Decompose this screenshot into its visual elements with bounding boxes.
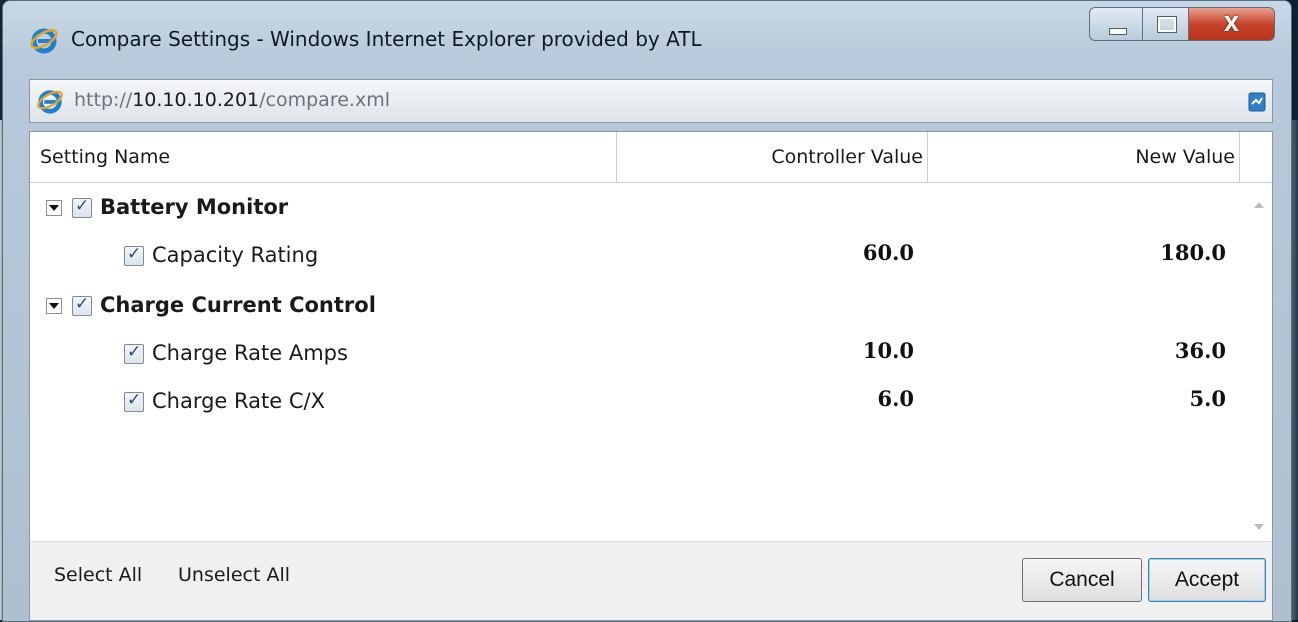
new-value: 180.0 (1160, 240, 1226, 265)
address-url: http://10.10.10.201/compare.xml (74, 89, 390, 111)
controller-value: 10.0 (862, 338, 914, 363)
vertical-scrollbar[interactable] (1246, 184, 1272, 544)
maximize-button[interactable] (1143, 7, 1189, 41)
new-value: 36.0 (1174, 338, 1226, 363)
unselect-all-link[interactable]: Unselect All (178, 564, 290, 586)
setting-checkbox[interactable] (124, 342, 144, 364)
accept-button[interactable]: Accept (1148, 558, 1266, 602)
group-label: Battery Monitor (100, 195, 289, 219)
close-icon: X (1223, 12, 1240, 36)
collapse-arrow-icon[interactable] (46, 298, 62, 314)
controller-value: 60.0 (862, 240, 914, 265)
setting-label: Capacity Rating (152, 243, 319, 267)
page-icon (36, 87, 64, 115)
setting-checkbox[interactable] (124, 390, 144, 412)
new-value: 5.0 (1189, 386, 1226, 411)
setting-label: Charge Rate C/X (152, 389, 325, 413)
column-new-value[interactable]: New Value (928, 132, 1240, 182)
collapse-arrow-icon[interactable] (46, 200, 62, 216)
minimize-button[interactable] (1089, 7, 1143, 41)
group-row-charge-current-control: Charge Current Control (30, 286, 1246, 326)
url-prefix: http:// (74, 89, 133, 111)
dialog-footer: Select All Unselect All Cancel Accept (30, 541, 1272, 620)
url-host: 10.10.10.201 (132, 89, 260, 111)
setting-row-charge-rate-cx: Charge Rate C/X 6.0 5.0 (30, 382, 1246, 422)
title-bar[interactable]: Compare Settings - Windows Internet Expl… (3, 1, 1291, 71)
select-all-link[interactable]: Select All (54, 564, 142, 586)
window-title: Compare Settings - Windows Internet Expl… (71, 27, 702, 51)
group-checkbox[interactable] (72, 294, 92, 316)
group-row-battery-monitor: Battery Monitor (30, 188, 1246, 228)
address-bar[interactable]: http://10.10.10.201/compare.xml (29, 79, 1273, 123)
setting-row-capacity-rating: Capacity Rating 60.0 180.0 (30, 236, 1246, 276)
cancel-button[interactable]: Cancel (1022, 558, 1142, 602)
column-header: Setting Name Controller Value New Value (30, 132, 1272, 183)
scroll-down-arrow-icon[interactable] (1254, 524, 1264, 530)
url-path: /compare.xml (259, 89, 390, 111)
column-setting-name[interactable]: Setting Name (40, 132, 615, 182)
setting-row-charge-rate-amps: Charge Rate Amps 10.0 36.0 (30, 334, 1246, 374)
compatibility-view-icon[interactable] (1248, 92, 1266, 112)
controller-value: 6.0 (877, 386, 914, 411)
column-controller-value[interactable]: Controller Value (616, 132, 928, 182)
close-button[interactable]: X (1189, 7, 1275, 41)
internet-explorer-icon (29, 25, 59, 55)
compare-settings-window: Compare Settings - Windows Internet Expl… (2, 0, 1292, 622)
compare-panel: Setting Name Controller Value New Value … (29, 131, 1273, 621)
scroll-up-arrow-icon[interactable] (1254, 202, 1264, 208)
group-label: Charge Current Control (100, 293, 376, 317)
setting-checkbox[interactable] (124, 244, 144, 266)
group-checkbox[interactable] (72, 196, 92, 218)
setting-label: Charge Rate Amps (152, 341, 348, 365)
window-controls: X (1089, 7, 1275, 45)
settings-tree: Battery Monitor Capacity Rating 60.0 180… (30, 184, 1246, 564)
